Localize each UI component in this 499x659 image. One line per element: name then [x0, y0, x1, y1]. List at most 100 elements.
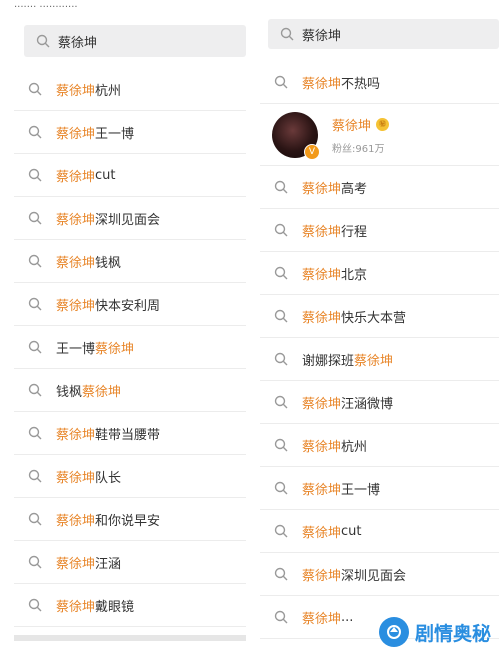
suggestion-highlight: 蔡徐坤: [302, 439, 342, 455]
suggestion-highlight: 蔡徐坤: [56, 298, 96, 314]
suggestion-highlight: 蔡徐坤: [56, 427, 96, 443]
status-bar: ....... ............: [14, 0, 78, 10]
search-icon: [274, 223, 288, 237]
suggestion-item[interactable]: 王一博 蔡徐坤: [14, 326, 246, 369]
watermark: 剧情奥秘: [378, 617, 491, 647]
suggestion-text: 北京: [341, 267, 368, 283]
search-icon: [28, 168, 42, 182]
suggestion-text: 钱枫: [95, 255, 122, 271]
watermark-text: 剧情奥秘: [414, 622, 491, 645]
bottom-divider: [14, 635, 246, 641]
suggestion-text: 快乐大本营: [341, 310, 407, 326]
right-search-suggestions-panel: 蔡徐坤 蔡徐坤 不热吗 V 蔡徐坤 ㊙ 粉丝:961万 蔡徐坤 高考 蔡徐坤 行程 蔡徐坤…: [260, 0, 499, 659]
search-icon: [274, 75, 288, 89]
search-icon: [28, 340, 42, 354]
follower-count: 粉丝:961万: [332, 143, 385, 155]
suggestion-text: 汪涵微博: [341, 396, 394, 412]
suggestion-item[interactable]: 蔡徐坤 汪涵微博: [260, 381, 499, 424]
suggestion-item[interactable]: 蔡徐坤 快本安利周: [14, 283, 246, 326]
search-icon: [274, 610, 288, 624]
suggestion-highlight: 蔡徐坤: [354, 353, 394, 369]
suggestion-item[interactable]: 蔡徐坤 汪涵: [14, 541, 246, 584]
search-icon: [28, 598, 42, 612]
suggestion-text: 钱枫: [56, 384, 83, 400]
user-info: 蔡徐坤 ㊙ 粉丝:961万: [332, 115, 390, 155]
suggestion-text: 汪涵: [95, 556, 122, 572]
search-icon: [28, 254, 42, 268]
suggestion-item[interactable]: 钱枫 蔡徐坤: [14, 369, 246, 412]
left-search-suggestions-panel: ....... ............ 蔡徐坤 蔡徐坤 杭州 蔡徐坤 王一博 蔡徐坤 c…: [14, 0, 246, 659]
search-input[interactable]: 蔡徐坤: [302, 25, 341, 44]
search-icon: [274, 438, 288, 452]
suggestion-item[interactable]: 蔡徐坤 不热吗: [260, 61, 499, 104]
suggestion-item[interactable]: 蔡徐坤 cut: [14, 154, 246, 197]
search-icon: [274, 180, 288, 194]
suggestion-text: 王一博: [341, 482, 381, 498]
suggestion-highlight: 蔡徐坤: [56, 470, 96, 486]
suggestion-item[interactable]: 蔡徐坤 深圳见面会: [260, 553, 499, 596]
search-icon: [274, 395, 288, 409]
suggestion-text: cut: [341, 523, 362, 539]
suggestion-item[interactable]: 蔡徐坤 王一博: [14, 111, 246, 154]
suggestion-text: 王一博: [95, 126, 135, 142]
suggestion-item[interactable]: 蔡徐坤 鞋带当腰带: [14, 412, 246, 455]
suggestion-highlight: 蔡徐坤: [302, 525, 342, 541]
search-bar[interactable]: 蔡徐坤: [268, 19, 499, 49]
suggestion-text: 深圳见面会: [95, 212, 161, 228]
suggestion-item[interactable]: 蔡徐坤 队长: [14, 455, 246, 498]
suggestion-text: 深圳见面会: [341, 568, 407, 584]
suggestion-text: 杭州: [341, 439, 368, 455]
suggestion-text: 和你说早安: [95, 513, 161, 529]
suggestion-item[interactable]: 蔡徐坤 深圳见面会: [14, 197, 246, 240]
suggestion-item[interactable]: 蔡徐坤 和你说早安: [14, 498, 246, 541]
suggestion-text: 杭州: [95, 83, 122, 99]
search-icon: [36, 34, 50, 48]
suggestion-item[interactable]: 蔡徐坤 杭州: [14, 68, 246, 111]
suggestion-text: 不热吗: [341, 76, 381, 92]
suggestion-list: 蔡徐坤 杭州 蔡徐坤 王一博 蔡徐坤 cut 蔡徐坤 深圳见面会 蔡徐坤 钱枫 蔡徐坤 快本安利周 王一…: [14, 68, 246, 627]
search-icon: [28, 297, 42, 311]
search-bar[interactable]: 蔡徐坤: [24, 25, 246, 57]
suggestion-item[interactable]: 蔡徐坤 高考: [260, 166, 499, 209]
search-icon: [28, 555, 42, 569]
suggestion-text: 行程: [341, 224, 368, 240]
verified-badge-icon: V: [304, 143, 320, 160]
search-icon: [28, 512, 42, 526]
search-icon: [28, 426, 42, 440]
search-input[interactable]: 蔡徐坤: [58, 32, 97, 51]
suggestion-highlight: 蔡徐坤: [302, 482, 342, 498]
suggestion-item[interactable]: 蔡徐坤 行程: [260, 209, 499, 252]
suggestion-highlight: 蔡徐坤: [302, 396, 342, 412]
suggestion-item[interactable]: 蔡徐坤 钱枫: [14, 240, 246, 283]
user-name: 蔡徐坤: [332, 118, 372, 134]
suggestion-highlight: 蔡徐坤: [56, 212, 96, 228]
search-icon: [274, 266, 288, 280]
suggestion-item[interactable]: 蔡徐坤 王一博: [260, 467, 499, 510]
suggestion-highlight: 蔡徐坤: [56, 126, 96, 142]
suggestion-highlight: 蔡徐坤: [95, 341, 135, 357]
suggestion-item[interactable]: 谢娜探班 蔡徐坤: [260, 338, 499, 381]
suggestion-item[interactable]: 蔡徐坤 杭州: [260, 424, 499, 467]
suggestion-text: cut: [95, 167, 116, 183]
vip-icon: ㊙: [376, 117, 390, 131]
suggestion-item[interactable]: 蔡徐坤 戴眼镜: [14, 584, 246, 627]
suggestion-highlight: 蔡徐坤: [82, 384, 122, 400]
search-icon: [274, 524, 288, 538]
suggestion-item[interactable]: 蔡徐坤 cut: [260, 510, 499, 553]
suggestion-highlight: 蔡徐坤: [56, 169, 96, 185]
search-icon: [280, 27, 294, 41]
suggestion-highlight: 蔡徐坤: [56, 513, 96, 529]
suggestion-text: 戴眼镜: [95, 599, 135, 615]
user-result-row[interactable]: V 蔡徐坤 ㊙ 粉丝:961万: [260, 104, 499, 166]
search-icon: [28, 82, 42, 96]
search-icon: [274, 567, 288, 581]
suggestion-item[interactable]: 蔡徐坤 北京: [260, 252, 499, 295]
suggestion-item[interactable]: 蔡徐坤 快乐大本营: [260, 295, 499, 338]
suggestion-highlight: 蔡徐坤: [56, 83, 96, 99]
search-icon: [274, 481, 288, 495]
suggestion-text: 王一博: [56, 341, 96, 357]
suggestion-highlight: 蔡徐坤: [302, 76, 342, 92]
watermark-logo-icon: [378, 617, 409, 647]
suggestion-highlight: 蔡徐坤: [56, 599, 96, 615]
avatar[interactable]: V: [272, 111, 320, 160]
